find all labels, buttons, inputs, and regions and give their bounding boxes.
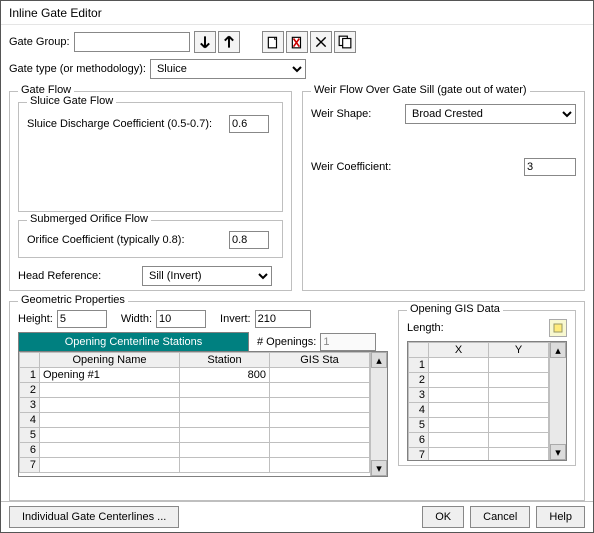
openings-label: # Openings: [257,336,316,348]
table-row[interactable]: 3 [409,388,549,403]
cancel-button[interactable]: Cancel [470,506,530,528]
submerged-legend: Submerged Orifice Flow [27,213,151,225]
new-button[interactable] [262,31,284,53]
move-down-button[interactable] [194,31,216,53]
table-row[interactable]: 5 [409,418,549,433]
table-row[interactable]: 3 [20,398,370,413]
table-row[interactable]: 4 [20,413,370,428]
width-label: Width: [121,313,152,325]
table-row[interactable]: 7 [409,448,549,461]
stations-scrollbar[interactable]: ▴ ▾ [370,352,387,476]
weir-legend: Weir Flow Over Gate Sill (gate out of wa… [311,84,530,96]
gis-tools-icon[interactable] [549,319,567,337]
gis-scrollbar[interactable]: ▴ ▾ [549,342,566,460]
individual-centerlines-button[interactable]: Individual Gate Centerlines ... [9,506,179,528]
gate-type-select[interactable]: Sluice [150,59,306,79]
gis-legend: Opening GIS Data [407,303,503,315]
table-row[interactable]: 5 [20,428,370,443]
scroll-up-icon[interactable]: ▴ [550,342,566,358]
table-row[interactable]: 1Opening #1800 [20,368,370,383]
geom-legend: Geometric Properties [18,294,128,306]
openings-input [320,333,376,351]
orifice-coeff-input[interactable] [229,231,269,249]
weir-coeff-label: Weir Coefficient: [311,161,401,173]
ok-button[interactable]: OK [422,506,464,528]
delete-button[interactable] [286,31,308,53]
invert-input[interactable] [255,310,311,328]
gate-group-select[interactable]: Gate #1 [74,32,190,52]
sluice-discharge-label: Sluice Discharge Coefficient (0.5-0.7): [27,118,225,130]
gate-group-label: Gate Group: [9,36,70,48]
weir-coeff-input[interactable] [524,158,576,176]
stations-table[interactable]: Opening Name Station GIS Sta 1Opening #1… [19,352,370,473]
orifice-coeff-label: Orifice Coefficient (typically 0.8): [27,234,225,246]
copy-button[interactable] [334,31,356,53]
head-ref-select[interactable]: Sill (Invert) [142,266,272,286]
scroll-down-icon[interactable]: ▾ [550,444,566,460]
gate-type-label: Gate type (or methodology): [9,63,146,75]
sluice-legend: Sluice Gate Flow [27,95,116,107]
invert-label: Invert: [220,313,251,325]
scroll-up-icon[interactable]: ▴ [371,352,387,368]
move-up-button[interactable] [218,31,240,53]
table-row[interactable]: 6 [409,433,549,448]
stations-header: Opening Centerline Stations [18,332,249,351]
height-input[interactable] [57,310,107,328]
width-input[interactable] [156,310,206,328]
table-row[interactable]: 4 [409,403,549,418]
window-title: Inline Gate Editor [1,1,593,25]
help-button[interactable]: Help [536,506,585,528]
cut-button[interactable] [310,31,332,53]
gis-length-label: Length: [407,322,444,334]
height-label: Height: [18,313,53,325]
table-row[interactable]: 6 [20,443,370,458]
scroll-down-icon[interactable]: ▾ [371,460,387,476]
table-row[interactable]: 2 [409,373,549,388]
table-row[interactable]: 1 [409,358,549,373]
weir-shape-label: Weir Shape: [311,108,401,120]
sluice-discharge-input[interactable] [229,115,269,133]
gis-table[interactable]: X Y 1234567 [408,342,549,460]
table-row[interactable]: 7 [20,458,370,473]
weir-shape-select[interactable]: Broad Crested [405,104,576,124]
table-row[interactable]: 2 [20,383,370,398]
head-ref-label: Head Reference: [18,270,138,282]
